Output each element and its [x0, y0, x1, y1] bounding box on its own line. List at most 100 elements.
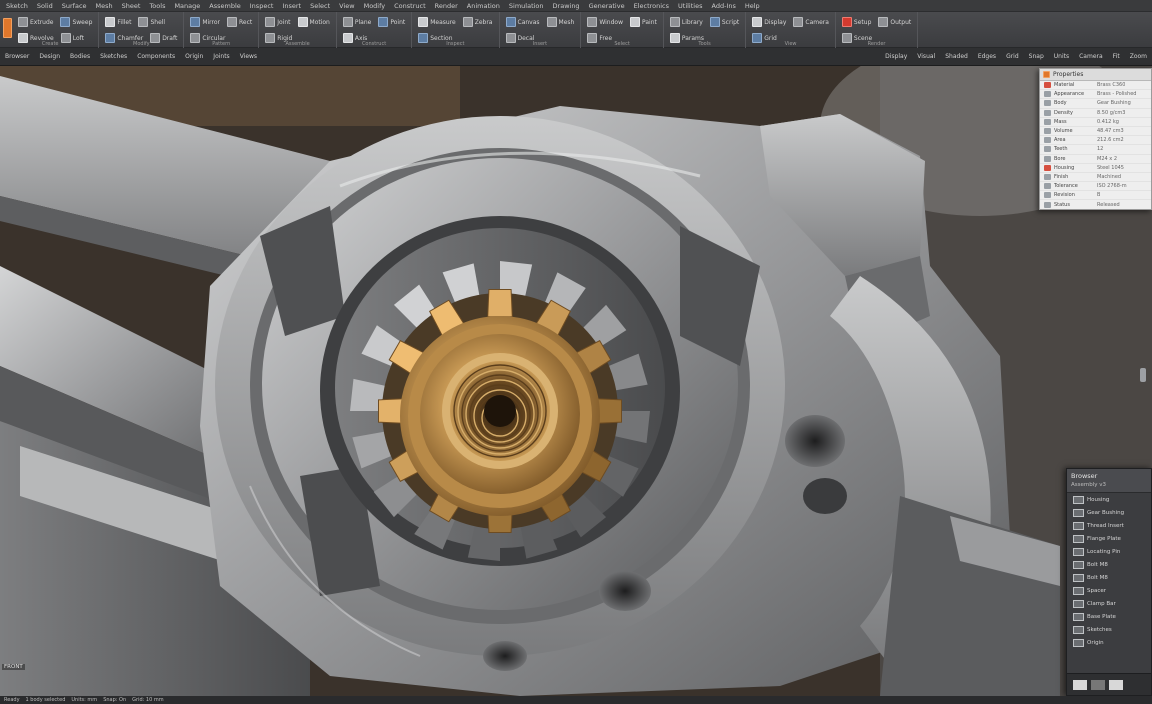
tool-extrude-button[interactable]: Extrude	[16, 16, 55, 29]
tool-display-button[interactable]: Display	[750, 16, 788, 29]
tool-grid-button[interactable]: Grid	[750, 32, 779, 45]
dark-swatch-button[interactable]	[1091, 679, 1105, 690]
menu-item-sketch[interactable]: Sketch	[6, 0, 28, 12]
tool-output-button[interactable]: Output	[876, 16, 913, 29]
menu-item-drawing[interactable]: Drawing	[553, 0, 580, 12]
menu-item-mesh[interactable]: Mesh	[96, 0, 113, 12]
display-option-visual[interactable]: Visual	[912, 48, 940, 66]
menu-item-tools[interactable]: Tools	[149, 0, 165, 12]
menu-item-select[interactable]: Select	[310, 0, 330, 12]
tool-library-button[interactable]: Library	[668, 16, 705, 29]
tool-plane-button[interactable]: Plane	[341, 16, 373, 29]
browser-panel[interactable]: Browser Assembly v3 Housing Gear Bushing T…	[1066, 468, 1152, 696]
tool-joint-button[interactable]: Joint	[263, 16, 292, 29]
display-option-zoom[interactable]: Zoom	[1125, 48, 1152, 66]
property-row[interactable]: Teeth 12	[1040, 145, 1151, 155]
menu-item-modify[interactable]: Modify	[364, 0, 386, 12]
browser-tree-item[interactable]: Bolt M8	[1067, 571, 1151, 584]
menu-item-construct[interactable]: Construct	[394, 0, 425, 12]
menu-item-simulation[interactable]: Simulation	[509, 0, 544, 12]
property-row[interactable]: Bore M24 x 2	[1040, 155, 1151, 164]
subbar-tab-design[interactable]: Design	[34, 48, 65, 66]
tool-point-button[interactable]: Point	[376, 16, 407, 29]
properties-panel[interactable]: Properties Material Brass C360 Appearance B…	[1039, 68, 1152, 210]
display-option-shaded[interactable]: Shaded	[940, 48, 973, 66]
browser-tree-item[interactable]: Bolt M8	[1067, 558, 1151, 571]
property-row[interactable]: Density 8.50 g/cm3	[1040, 109, 1151, 118]
tool-fillet-button[interactable]: Fillet	[103, 16, 133, 29]
property-row[interactable]: Body Gear Bushing	[1040, 99, 1151, 109]
view-toggle-button[interactable]	[1109, 679, 1123, 690]
browser-tree-item[interactable]: Locating Pin	[1067, 545, 1151, 558]
menu-item-inspect[interactable]: Inspect	[250, 0, 274, 12]
subbar-tab-views[interactable]: Views	[235, 48, 262, 66]
display-option-camera[interactable]: Camera	[1074, 48, 1108, 66]
browser-tree-item[interactable]: Thread Insert	[1067, 519, 1151, 532]
subbar-tab-sketches[interactable]: Sketches	[95, 48, 132, 66]
browser-tree-item[interactable]: Base Plate	[1067, 610, 1151, 623]
menu-item-utilities[interactable]: Utilities	[678, 0, 702, 12]
menu-item-add-ins[interactable]: Add-Ins	[711, 0, 735, 12]
tool-motion-button[interactable]: Motion	[296, 16, 332, 29]
tool-draft-button[interactable]: Draft	[148, 32, 179, 45]
menu-item-animation[interactable]: Animation	[467, 0, 500, 12]
browser-tree-item[interactable]: Housing	[1067, 493, 1151, 506]
property-row[interactable]: Area 212.6 cm2	[1040, 136, 1151, 146]
menu-item-help[interactable]: Help	[745, 0, 760, 12]
browser-tree-item[interactable]: Gear Bushing	[1067, 506, 1151, 519]
tool-sweep-button[interactable]: Sweep	[58, 16, 94, 29]
tool-script-button[interactable]: Script	[708, 16, 741, 29]
menu-item-electronics[interactable]: Electronics	[634, 0, 669, 12]
menu-item-generative[interactable]: Generative	[589, 0, 625, 12]
tool-free-button[interactable]: Free	[585, 32, 614, 45]
browser-tree-item[interactable]: Origin	[1067, 636, 1151, 649]
create-sketch-button[interactable]	[1, 15, 13, 41]
menu-item-assemble[interactable]: Assemble	[209, 0, 240, 12]
subbar-tab-origin[interactable]: Origin	[180, 48, 208, 66]
display-option-edges[interactable]: Edges	[973, 48, 1001, 66]
menu-item-render[interactable]: Render	[435, 0, 458, 12]
tool-loft-button[interactable]: Loft	[59, 32, 86, 45]
property-row[interactable]: Finish Machined	[1040, 173, 1151, 183]
property-row[interactable]: Mass 0.412 kg	[1040, 118, 1151, 127]
display-option-grid[interactable]: Grid	[1001, 48, 1024, 66]
display-option-snap[interactable]: Snap	[1024, 48, 1049, 66]
tool-measure-button[interactable]: Measure	[416, 16, 458, 29]
light-swatch-button[interactable]	[1073, 679, 1087, 690]
tool-shell-button[interactable]: Shell	[136, 16, 167, 29]
property-row[interactable]: Appearance Brass - Polished	[1040, 90, 1151, 100]
menu-item-sheet[interactable]: Sheet	[122, 0, 141, 12]
property-row[interactable]: Revision B	[1040, 191, 1151, 201]
property-row[interactable]: Status Released	[1040, 200, 1151, 209]
property-row[interactable]: Volume 48.47 cm3	[1040, 127, 1151, 137]
property-row[interactable]: Material Brass C360	[1040, 81, 1151, 91]
menu-item-manage[interactable]: Manage	[174, 0, 200, 12]
property-row[interactable]: Housing Steel 1045	[1040, 164, 1151, 173]
tool-canvas-button[interactable]: Canvas	[504, 16, 542, 29]
viewport-scroll-handle[interactable]	[1140, 368, 1146, 382]
menu-item-solid[interactable]: Solid	[37, 0, 53, 12]
tool-decal-button[interactable]: Decal	[504, 32, 537, 45]
tool-mirror-button[interactable]: Mirror	[188, 16, 222, 29]
menu-item-surface[interactable]: Surface	[62, 0, 87, 12]
browser-tree-item[interactable]: Flange Plate	[1067, 532, 1151, 545]
tool-setup-button[interactable]: Setup	[840, 16, 873, 29]
browser-tree-item[interactable]: Clamp Bar	[1067, 597, 1151, 610]
property-row[interactable]: Tolerance ISO 2768-m	[1040, 182, 1151, 192]
menu-item-view[interactable]: View	[339, 0, 354, 12]
display-option-display[interactable]: Display	[880, 48, 912, 66]
3d-viewport[interactable]	[0, 66, 1152, 696]
subbar-tab-browser[interactable]: Browser	[0, 48, 34, 66]
tool-camera-button[interactable]: Camera	[791, 16, 831, 29]
browser-tree-item[interactable]: Sketches	[1067, 623, 1151, 636]
subbar-tab-components[interactable]: Components	[132, 48, 180, 66]
tool-mesh-button[interactable]: Mesh	[545, 16, 577, 29]
subbar-tab-joints[interactable]: Joints	[208, 48, 234, 66]
tool-rect-button[interactable]: Rect	[225, 16, 254, 29]
display-option-fit[interactable]: Fit	[1108, 48, 1125, 66]
display-option-units[interactable]: Units	[1049, 48, 1074, 66]
menu-item-insert[interactable]: Insert	[282, 0, 301, 12]
tool-zebra-button[interactable]: Zebra	[461, 16, 495, 29]
tool-paint-button[interactable]: Paint	[628, 16, 659, 29]
browser-tree-item[interactable]: Spacer	[1067, 584, 1151, 597]
